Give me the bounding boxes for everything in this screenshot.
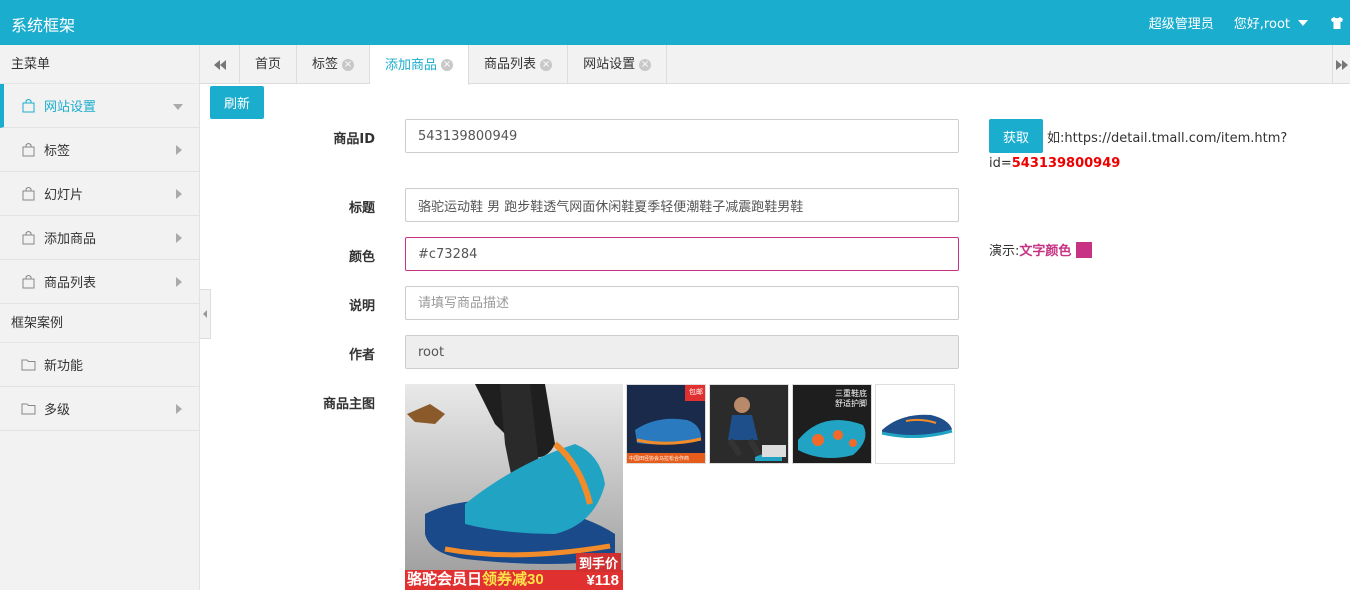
close-icon[interactable]: × — [441, 59, 454, 71]
color-swatch — [1076, 241, 1093, 258]
title-label: 标题 — [348, 201, 375, 216]
tab-site-settings[interactable]: 网站设置 × — [568, 45, 668, 84]
role-link[interactable]: 超级管理员 — [1149, 13, 1214, 32]
thumb-caption: 三重鞋底 舒适护脚 — [835, 389, 867, 409]
sidebar-item-product-list[interactable]: 商品列表 — [0, 260, 199, 304]
tab-label: 标签 — [312, 57, 339, 72]
thumbnail-2[interactable] — [709, 384, 789, 464]
sidebar-collapse-handle[interactable] — [200, 289, 211, 339]
thumb-caption-line-2: 舒适护脚 — [835, 399, 867, 408]
author-label: 作者 — [348, 348, 375, 363]
sidebar-section-main: 主菜单 — [0, 45, 199, 84]
tabs: 首页 标签 × 添加商品 × 商品列表 × 网站设置 × — [240, 45, 668, 85]
tab-scroll-right-button[interactable] — [1332, 45, 1350, 84]
chevron-right-icon — [176, 404, 182, 414]
close-icon[interactable]: × — [540, 58, 553, 71]
description-label: 说明 — [348, 299, 375, 314]
sidebar-item-label: 幻灯片 — [44, 188, 84, 203]
tab-scroll-left-button[interactable] — [200, 45, 240, 84]
color-demo-prefix: 演示: — [989, 244, 1020, 259]
price-label: 到手价 — [575, 553, 621, 572]
promo-member-day: 骆驼会员日 — [407, 571, 483, 588]
chevron-right-icon — [176, 145, 182, 155]
bag-icon — [22, 275, 35, 289]
fetch-button[interactable]: 获取 — [989, 119, 1043, 153]
color-demo: 演示: 文字颜色 — [989, 240, 1093, 259]
tab-label: 首页 — [255, 57, 282, 72]
chevron-right-icon — [176, 277, 182, 287]
double-chevron-right-icon — [1335, 59, 1348, 70]
sidebar: 主菜单 网站设置 标签 幻灯片 添加商品 商品列表 框架案例 新功能 多级 — [0, 45, 200, 590]
price-value: ¥118 — [586, 572, 619, 589]
runner-thumbnail-image — [710, 385, 788, 463]
user-menu[interactable]: 您好,root — [1234, 13, 1308, 32]
chevron-down-icon — [1298, 19, 1308, 26]
tab-add-product[interactable]: 添加商品 × — [370, 45, 470, 85]
sidebar-item-add-product[interactable]: 添加商品 — [0, 216, 199, 260]
product-id-input[interactable] — [405, 119, 959, 153]
folder-icon — [21, 403, 36, 415]
sidebar-item-tags[interactable]: 标签 — [0, 128, 199, 172]
folder-icon — [21, 359, 36, 371]
user-greeting: 您好,root — [1233, 17, 1290, 32]
tab-label: 商品列表 — [484, 57, 537, 72]
sidebar-item-label: 网站设置 — [44, 100, 97, 115]
tab-product-list[interactable]: 商品列表 × — [469, 45, 569, 84]
fetch-hint-id: id=543139800949 — [989, 156, 1120, 171]
thumb-badge: 包邮 — [689, 388, 703, 396]
title-input[interactable] — [405, 188, 959, 222]
thumbnail-4[interactable] — [875, 384, 955, 464]
sidebar-item-label: 多级 — [44, 403, 71, 418]
color-input[interactable] — [405, 237, 959, 271]
tab-label: 添加商品 — [385, 57, 438, 73]
thumbnail-3[interactable]: 三重鞋底 舒适护脚 — [792, 384, 872, 464]
color-demo-text: 文字颜色 — [1019, 244, 1072, 259]
description-input[interactable] — [405, 286, 959, 320]
sidebar-item-label: 商品列表 — [44, 276, 97, 291]
main-product-image[interactable]: 骆驼会员日领券减30 到手价 ¥118 — [405, 384, 623, 590]
skin-shirt-icon[interactable] — [1330, 16, 1344, 30]
sidebar-item-label: 添加商品 — [44, 232, 97, 247]
sidebar-item-slides[interactable]: 幻灯片 — [0, 172, 199, 216]
tab-label: 网站设置 — [583, 57, 636, 72]
double-chevron-left-icon — [213, 59, 226, 70]
chevron-right-icon — [176, 189, 182, 199]
author-input — [405, 335, 959, 369]
tab-tags[interactable]: 标签 × — [297, 45, 371, 84]
app-title: 系统框架 — [11, 16, 76, 35]
refresh-button[interactable]: 刷新 — [210, 86, 264, 119]
header-right: 超级管理员 您好,root — [1149, 0, 1350, 45]
thumbnail-1[interactable]: 包邮 中国田径协会马拉松合作商 — [626, 384, 706, 464]
sidebar-item-label: 标签 — [44, 144, 71, 159]
promo-banner-text: 骆驼会员日领券减30 — [407, 568, 544, 589]
sidebar-item-new-feature[interactable]: 新功能 — [0, 343, 199, 387]
fetch-hint: 如:https://detail.tmall.com/item.htm? — [1047, 131, 1288, 146]
thumb-caption-line-1: 三重鞋底 — [835, 389, 867, 398]
thumb-footer: 中国田径协会马拉松合作商 — [629, 456, 690, 462]
chevron-down-icon — [173, 104, 183, 110]
bag-icon — [22, 231, 35, 245]
main-image-label: 商品主图 — [322, 397, 375, 412]
promo-coupon: 领券减30 — [482, 571, 544, 588]
close-icon[interactable]: × — [639, 58, 652, 71]
product-id-label: 商品ID — [333, 132, 375, 147]
sidebar-item-site-settings[interactable]: 网站设置 — [0, 84, 199, 128]
tab-home[interactable]: 首页 — [240, 45, 298, 84]
fetch-hint-id-prefix: id= — [989, 156, 1012, 171]
bag-icon — [22, 143, 35, 157]
bag-icon — [22, 187, 35, 201]
fetch-hint-id-value: 543139800949 — [1011, 156, 1121, 171]
sidebar-item-label: 新功能 — [44, 359, 84, 374]
sidebar-section-examples: 框架案例 — [0, 304, 199, 343]
sidebar-item-multilevel[interactable]: 多级 — [0, 387, 199, 431]
color-label: 颜色 — [348, 250, 375, 265]
close-icon[interactable]: × — [342, 58, 355, 71]
chevron-right-icon — [176, 233, 182, 243]
bag-icon — [22, 99, 35, 113]
tab-bar: 首页 标签 × 添加商品 × 商品列表 × 网站设置 × — [200, 45, 1350, 85]
top-header: 系统框架 超级管理员 您好,root — [0, 0, 1350, 45]
shoe-side-thumbnail-image — [876, 385, 954, 463]
